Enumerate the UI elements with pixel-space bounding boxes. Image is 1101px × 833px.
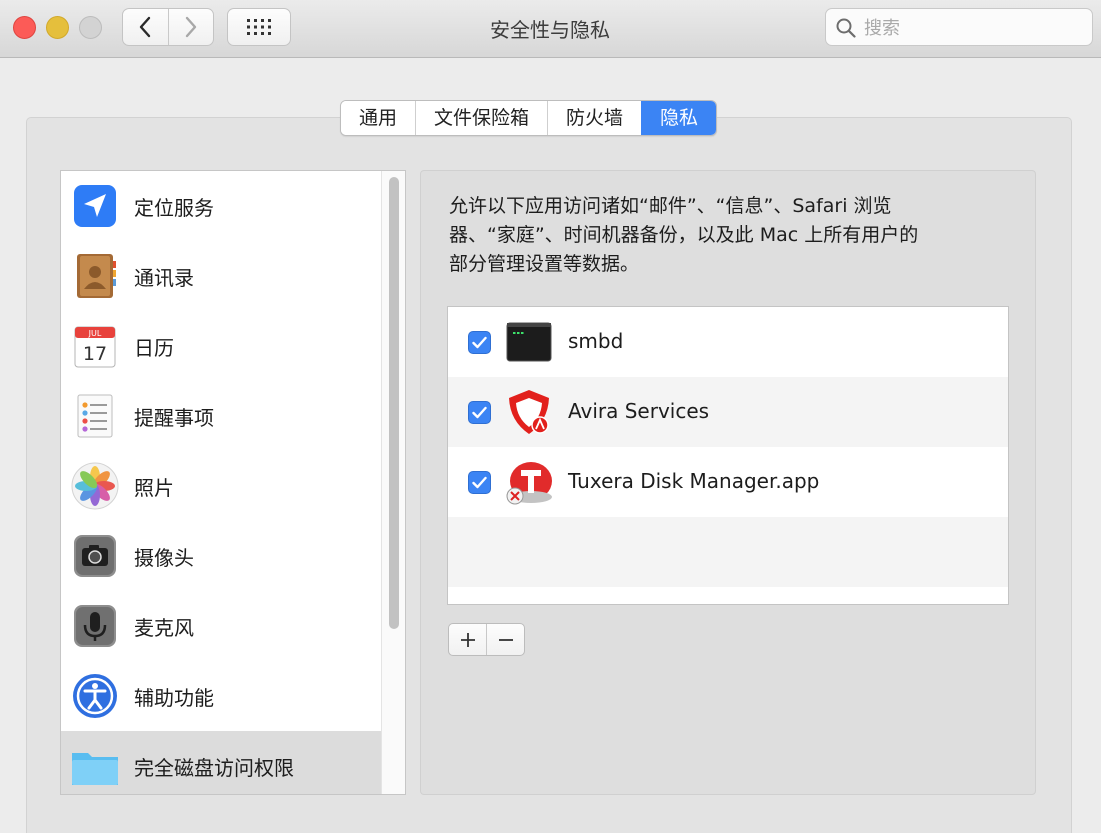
calendar-month-text: JUL	[88, 329, 102, 338]
sidebar-item-label: 提醒事项	[134, 406, 214, 430]
sidebar-item-full-disk-access[interactable]: 完全磁盘访问权限	[61, 731, 381, 794]
app-name: smbd	[568, 329, 624, 353]
chevron-right-icon	[185, 16, 196, 38]
photos-icon	[70, 461, 120, 511]
sidebar-item-location-services[interactable]: 定位服务	[61, 171, 381, 241]
sidebar-item-label: 摄像头	[134, 546, 194, 570]
tab-bar: 通用 文件保险箱 防火墙 隐私	[340, 100, 718, 136]
forward-button[interactable]	[167, 9, 214, 45]
search-field[interactable]	[825, 8, 1093, 46]
chevron-left-icon	[140, 16, 151, 38]
sidebar-item-label: 辅助功能	[134, 686, 214, 710]
title-bar: 安全性与隐私	[0, 0, 1101, 58]
back-button[interactable]	[123, 9, 168, 45]
app-checkbox[interactable]	[468, 471, 491, 494]
sidebar-item-label: 照片	[134, 476, 174, 500]
add-remove-control	[448, 623, 525, 656]
app-row-avira[interactable]: Avira Services	[448, 377, 1008, 447]
tuxera-icon	[504, 457, 554, 507]
description-text: 允许以下应用访问诸如“邮件”、“信息”、Safari 浏览 器、“家庭”、时间机…	[449, 192, 1009, 279]
tab-privacy[interactable]: 隐私	[641, 101, 717, 135]
checkmark-icon	[472, 336, 487, 349]
scrollbar-thumb[interactable]	[389, 177, 399, 629]
app-checkbox[interactable]	[468, 331, 491, 354]
sidebar-item-calendar[interactable]: JUL 17 日历	[61, 311, 381, 381]
description-line: 器、“家庭”、时间机器备份，以及此 Mac 上所有用户的	[449, 224, 919, 246]
accessibility-icon	[70, 671, 120, 721]
sidebar-item-label: 定位服务	[134, 196, 214, 220]
search-input[interactable]	[864, 15, 1084, 41]
sidebar-item-accessibility[interactable]: 辅助功能	[61, 661, 381, 731]
remove-app-button[interactable]	[486, 624, 524, 655]
reminders-icon	[70, 391, 120, 441]
terminal-icon	[504, 317, 554, 367]
sidebar-item-label: 麦克风	[134, 616, 194, 640]
location-arrow-icon	[70, 181, 120, 231]
app-name: Tuxera Disk Manager.app	[568, 469, 820, 493]
app-list: smbd Avira Services Tuxera Disk Manager.…	[447, 306, 1009, 605]
window-title: 安全性与隐私	[490, 18, 610, 42]
show-all-button[interactable]	[227, 8, 291, 46]
tab-firewall[interactable]: 防火墙	[547, 101, 642, 135]
app-row-tuxera[interactable]: Tuxera Disk Manager.app	[448, 447, 1008, 517]
folder-icon	[70, 741, 120, 791]
sidebar-item-label: 完全磁盘访问权限	[134, 756, 294, 780]
sidebar-item-microphone[interactable]: 麦克风	[61, 591, 381, 661]
sidebar-item-label: 通讯录	[134, 266, 194, 290]
checkmark-icon	[472, 476, 487, 489]
scrollbar[interactable]	[381, 171, 405, 794]
back-forward-group	[122, 8, 214, 46]
contacts-book-icon	[70, 251, 120, 301]
description-line: 部分管理设置等数据。	[449, 253, 640, 275]
app-name: Avira Services	[568, 399, 710, 423]
sidebar-item-label: 日历	[134, 336, 174, 360]
tab-general[interactable]: 通用	[341, 101, 416, 135]
tab-filevault[interactable]: 文件保险箱	[415, 101, 548, 135]
microphone-icon	[70, 601, 120, 651]
calendar-icon: JUL 17	[70, 321, 120, 371]
app-checkbox[interactable]	[468, 401, 491, 424]
close-window-button[interactable]	[13, 16, 36, 39]
sidebar-item-reminders[interactable]: 提醒事项	[61, 381, 381, 451]
add-app-button[interactable]	[449, 624, 486, 655]
plus-icon	[460, 632, 475, 647]
search-icon	[836, 18, 856, 38]
grid-icon	[247, 19, 271, 35]
checkmark-icon	[472, 406, 487, 419]
minimize-window-button[interactable]	[46, 16, 69, 39]
app-row-smbd[interactable]: smbd	[448, 307, 1008, 377]
zoom-window-button[interactable]	[79, 16, 102, 39]
description-line: 允许以下应用访问诸如“邮件”、“信息”、Safari 浏览	[449, 195, 892, 217]
sidebar-item-photos[interactable]: 照片	[61, 451, 381, 521]
minus-icon	[498, 638, 513, 641]
camera-icon	[70, 531, 120, 581]
sidebar-item-contacts[interactable]: 通讯录	[61, 241, 381, 311]
calendar-day-text: 17	[83, 343, 107, 365]
privacy-category-list: 定位服务 通讯录 JUL 17 日历 提醒事项 照片 摄像头 麦克风 辅助功能 …	[60, 170, 406, 795]
sidebar-item-camera[interactable]: 摄像头	[61, 521, 381, 591]
app-row-empty	[448, 517, 1008, 587]
avira-shield-icon	[504, 387, 554, 437]
